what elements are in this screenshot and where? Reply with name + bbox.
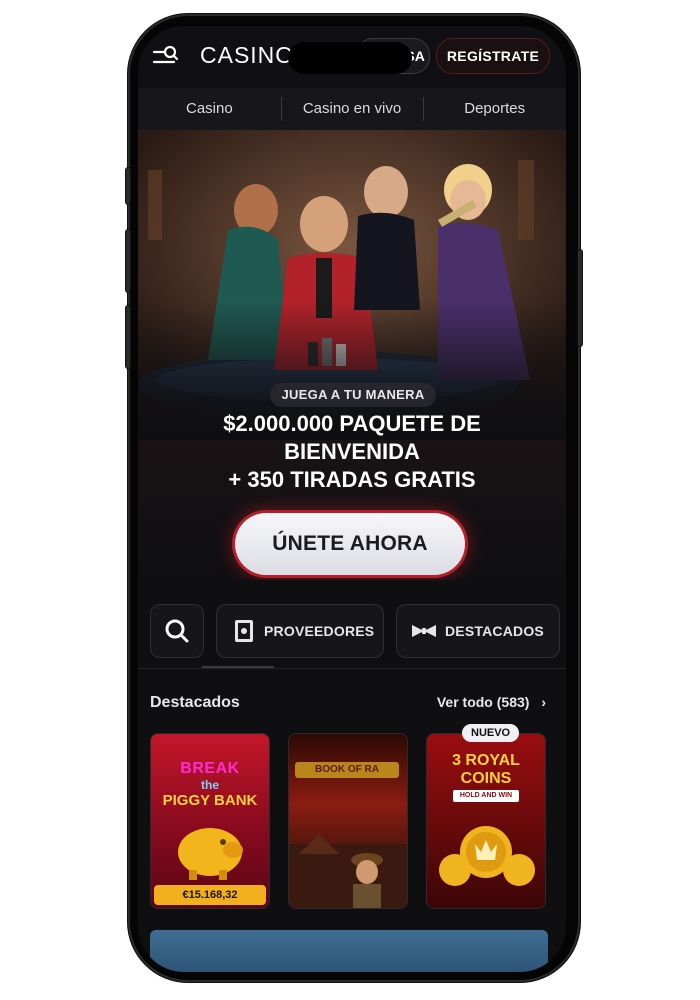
section-divider	[138, 668, 566, 669]
game-title-top: BREAK	[180, 760, 240, 777]
book-icon	[235, 620, 253, 642]
game-title: BOOK OF RA	[295, 762, 399, 778]
next-banner-preview	[150, 930, 548, 972]
game-title-bottom: PIGGY BANK	[162, 792, 258, 809]
game-title-top: 3 ROYAL	[452, 752, 520, 769]
gold-coins-icon	[439, 826, 535, 886]
nav-item-live-casino[interactable]: Casino en vivo	[280, 88, 424, 130]
join-now-button-frame[interactable]: ÚNETE AHORA	[232, 510, 468, 578]
new-badge: NUEVO	[462, 724, 520, 742]
join-now-button[interactable]: ÚNETE AHORA	[235, 513, 465, 575]
phone-power-button	[578, 250, 582, 346]
game-title-mid: the	[201, 778, 219, 792]
game-subtitle: HOLD AND WIN	[453, 790, 519, 802]
phone-side-button	[126, 168, 130, 204]
register-button[interactable]: REGÍSTRATE	[436, 38, 550, 74]
menu-search-icon	[152, 45, 179, 64]
game-card-royal-coins[interactable]: 3 ROYAL COINS HOLD AND WIN	[426, 733, 546, 909]
providers-label: PROVEEDORES	[264, 623, 375, 639]
section-title: Destacados	[150, 694, 240, 711]
see-all-link[interactable]: Ver todo (583) ›	[437, 694, 546, 710]
game-title-mid: COINS	[460, 770, 512, 787]
hero-banner: JUEGA A TU MANERA $2.000.000 PAQUETE DE …	[138, 130, 566, 580]
main-nav: Casino Casino en vivo Deportes	[138, 88, 566, 131]
jackpot-amount: €15.168,32	[154, 885, 266, 905]
hero-headline-line2: BIENVENIDA	[284, 439, 420, 464]
hero-headline-line1: $2.000.000 PAQUETE DE	[223, 411, 481, 436]
nav-item-sports[interactable]: Deportes	[423, 88, 566, 130]
piggy-bank-icon	[178, 828, 243, 880]
chevron-right-icon: ›	[541, 694, 546, 710]
hero-tagline: JUEGA A TU MANERA	[270, 383, 436, 407]
hero-headline: $2.000.000 PAQUETE DE BIENVENIDA + 350 T…	[138, 410, 566, 494]
dynamic-island	[288, 42, 412, 74]
app-screen: CASINOVA INGRESA REGÍSTRATE Casino Casin…	[138, 26, 566, 972]
game-card-book-of-ra[interactable]: BOOK OF RA	[288, 733, 408, 909]
search-button[interactable]	[150, 604, 204, 658]
search-icon	[165, 619, 189, 643]
featured-games-row: NUEVO BREAK the PIGGY BANK €15.168,32 BO…	[150, 724, 560, 909]
phone-volume-down	[126, 306, 130, 368]
featured-label: DESTACADOS	[445, 623, 544, 639]
hero-headline-line3: + 350 TIRADAS GRATIS	[228, 467, 476, 492]
featured-button[interactable]: DESTACADOS	[396, 604, 560, 658]
providers-button[interactable]: PROVEEDORES	[216, 604, 384, 658]
game-card-piggy-bank[interactable]: BREAK the PIGGY BANK €15.168,32	[150, 733, 270, 909]
bowtie-icon	[412, 625, 436, 637]
phone-volume-up	[126, 230, 130, 292]
nav-item-casino[interactable]: Casino	[138, 88, 281, 130]
explorer-icon	[289, 834, 407, 908]
menu-search-button[interactable]	[152, 44, 180, 68]
filter-row: PROVEEDORES DESTACADOS	[150, 604, 560, 658]
see-all-label: Ver todo (583)	[436, 694, 530, 710]
